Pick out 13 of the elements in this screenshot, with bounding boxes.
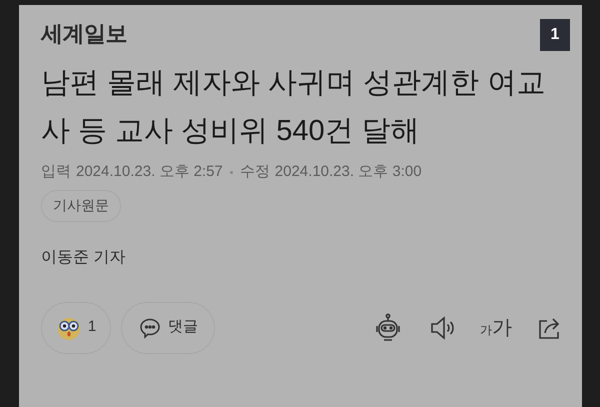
headline: 남편 몰래 제자와 사귀며 성관계한 여교사 등 교사 성비위 540건 달해 (41, 66, 546, 149)
font-size-button[interactable]: 가가 (480, 316, 512, 340)
edit-label: 수정 (240, 162, 270, 182)
original-article-button[interactable]: 기사원문 (41, 190, 121, 222)
page-badge: 1 (540, 19, 570, 51)
byline: 이동준 기자 (41, 248, 126, 268)
speaker-icon[interactable] (428, 314, 456, 342)
reaction-button[interactable]: 1 (41, 302, 111, 354)
input-time: 2024.10.23. 오후 2:57 (76, 162, 223, 182)
comment-button[interactable]: 댓글 (121, 302, 215, 354)
logo: 세계일보 (41, 20, 127, 48)
edit-time: 2024.10.23. 오후 3:00 (274, 162, 422, 182)
input-label: 입력 (41, 162, 71, 182)
